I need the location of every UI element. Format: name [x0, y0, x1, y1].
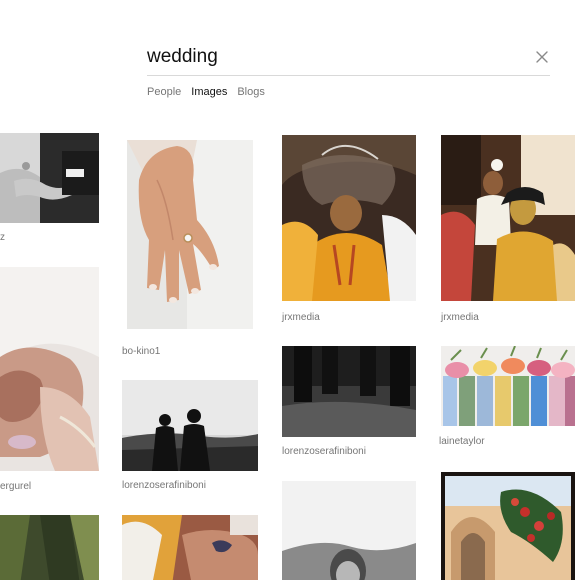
photo-credit[interactable]: ergurel	[0, 481, 31, 492]
photo-credit[interactable]: lorenzoserafiniboni	[282, 446, 366, 457]
result-photo-couple-hands[interactable]	[0, 133, 99, 223]
result-photo-bridesmaids[interactable]	[441, 346, 575, 426]
search-input[interactable]	[147, 44, 507, 70]
result-photo-smiling-woman[interactable]	[282, 481, 416, 580]
photo-credit[interactable]: jrxmedia	[441, 312, 479, 323]
close-icon[interactable]	[535, 50, 549, 64]
result-photo-silhouette-couple[interactable]	[122, 380, 258, 471]
tab-people[interactable]: People	[147, 86, 181, 98]
result-photo-bw-legs[interactable]	[282, 346, 416, 437]
photo-credit[interactable]: bo-kino1	[122, 346, 160, 357]
result-photo-engagement-ring[interactable]	[127, 140, 253, 329]
photo-credit[interactable]: lainetaylor	[439, 436, 485, 447]
tab-images[interactable]: Images	[191, 86, 227, 98]
result-photo-forest[interactable]	[0, 515, 99, 580]
photo-credit[interactable]: z	[0, 232, 5, 243]
result-photo-haldi-ceremony[interactable]	[282, 135, 416, 301]
search-bar	[147, 40, 550, 76]
result-photo-tattooed-arm[interactable]	[122, 515, 258, 580]
photo-credit[interactable]: jrxmedia	[282, 312, 320, 323]
result-photo-arch-flowers[interactable]	[441, 472, 575, 580]
result-photo-veil-kiss[interactable]	[0, 267, 99, 471]
search-tabs: People Images Blogs	[147, 86, 265, 98]
photo-credit[interactable]: lorenzoserafiniboni	[122, 480, 206, 491]
result-photo-haldi-groom[interactable]	[441, 135, 575, 301]
tab-blogs[interactable]: Blogs	[237, 86, 265, 98]
